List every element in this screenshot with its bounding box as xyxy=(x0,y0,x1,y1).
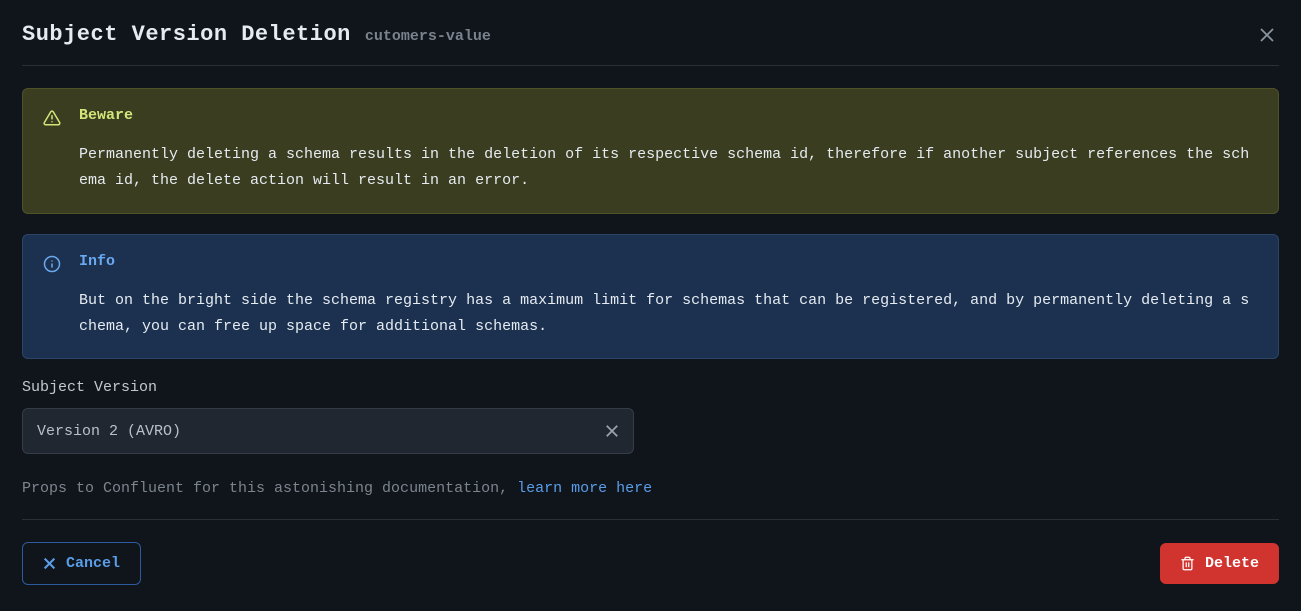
cancel-label: Cancel xyxy=(66,555,120,572)
info-alert: Info But on the bright side the schema r… xyxy=(22,234,1279,360)
x-icon xyxy=(43,557,56,570)
info-body: Info But on the bright side the schema r… xyxy=(79,253,1258,341)
modal-subtitle: cutomers-value xyxy=(365,28,491,45)
beware-alert: Beware Permanently deleting a schema res… xyxy=(22,88,1279,214)
close-icon xyxy=(1259,27,1275,43)
modal-footer: Cancel Delete xyxy=(22,519,1279,585)
version-value: Version 2 (AVRO) xyxy=(37,423,605,440)
modal-title: Subject Version Deletion xyxy=(22,22,351,47)
delete-modal: Subject Version Deletion cutomers-value … xyxy=(0,0,1301,585)
info-text: But on the bright side the schema regist… xyxy=(79,288,1258,341)
warning-icon xyxy=(43,109,61,127)
version-label: Subject Version xyxy=(22,379,1279,396)
info-icon xyxy=(43,255,61,273)
footnote: Props to Confluent for this astonishing … xyxy=(22,480,1279,519)
version-select[interactable]: Version 2 (AVRO) xyxy=(22,408,634,454)
cancel-button[interactable]: Cancel xyxy=(22,542,141,585)
delete-button[interactable]: Delete xyxy=(1160,543,1279,584)
close-button[interactable] xyxy=(1255,23,1279,47)
info-title: Info xyxy=(79,253,1258,270)
learn-more-link[interactable]: learn more here xyxy=(517,480,652,497)
footnote-text: Props to Confluent for this astonishing … xyxy=(22,480,517,497)
beware-title: Beware xyxy=(79,107,1258,124)
x-icon xyxy=(605,424,619,438)
modal-header: Subject Version Deletion cutomers-value xyxy=(22,22,1279,66)
trash-icon xyxy=(1180,556,1195,571)
delete-label: Delete xyxy=(1205,555,1259,572)
modal-content: Beware Permanently deleting a schema res… xyxy=(22,66,1279,585)
beware-text: Permanently deleting a schema results in… xyxy=(79,142,1258,195)
beware-body: Beware Permanently deleting a schema res… xyxy=(79,107,1258,195)
clear-select-button[interactable] xyxy=(605,424,619,438)
header-title-group: Subject Version Deletion cutomers-value xyxy=(22,22,491,47)
